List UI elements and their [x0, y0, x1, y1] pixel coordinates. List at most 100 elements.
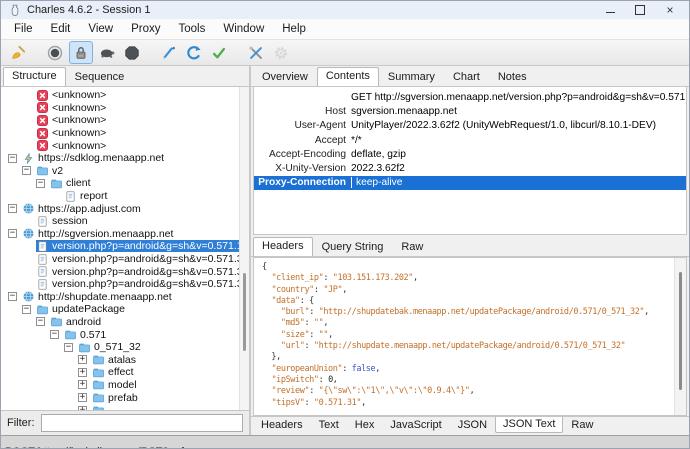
expander-minus-icon[interactable]: − — [22, 166, 31, 175]
expander-minus-icon[interactable]: − — [8, 229, 17, 238]
request-tab-query-string[interactable]: Query String — [313, 238, 393, 256]
maximize-button[interactable] — [625, 1, 655, 19]
menu-proxy[interactable]: Proxy — [122, 21, 169, 37]
response-scrollbar-thumb[interactable] — [679, 272, 682, 390]
tree-item-session[interactable]: session — [1, 215, 249, 228]
tree-item-http-sgversion-menaapp-net[interactable]: −http://sgversion.menaapp.net — [1, 228, 249, 241]
tree-item-label: version.php?p=android&g=sh&v=0.571.32 — [52, 266, 248, 278]
expander-minus-icon[interactable]: − — [36, 317, 45, 326]
repeat-button[interactable] — [183, 42, 205, 63]
menu-view[interactable]: View — [79, 21, 122, 37]
close-button[interactable]: × — [655, 1, 685, 19]
response-tab-javascript[interactable]: JavaScript — [382, 417, 449, 433]
header-value: keep-alive — [352, 177, 686, 188]
response-tab-json-text[interactable]: JSON Text — [495, 417, 563, 433]
expander-minus-icon[interactable]: − — [22, 305, 31, 314]
expander-minus-icon[interactable]: − — [8, 154, 17, 163]
menu-help[interactable]: Help — [273, 21, 315, 37]
menu-tools[interactable]: Tools — [169, 21, 214, 37]
header-row-user-agent[interactable]: User-AgentUnityPlayer/2022.3.62f2 (Unity… — [254, 119, 686, 133]
tree-item-version-php-p-android-g-sh-v-0-571-32[interactable]: version.php?p=android&g=sh&v=0.571.32 — [1, 265, 249, 278]
validate-button[interactable] — [208, 42, 230, 63]
response-tab-text[interactable]: Text — [311, 417, 347, 433]
tree-item-version-php-p-android-g-sh-v-0-571-1[interactable]: version.php?p=android&g=sh&v=0.571.1 — [1, 240, 249, 253]
tree-item-unknown[interactable]: <unknown> — [1, 114, 249, 127]
tree-item-unknown[interactable]: <unknown> — [1, 89, 249, 102]
header-value: 2022.3.62f2 — [351, 163, 686, 174]
response-tab-hex[interactable]: Hex — [347, 417, 383, 433]
tree-item-effect[interactable]: +effect — [1, 366, 249, 379]
tree-item-partial[interactable]: + — [1, 404, 249, 410]
record-icon — [47, 45, 63, 61]
request-line-row[interactable]: GET http://sgversion.menaapp.net/version… — [254, 90, 686, 104]
minimize-button[interactable] — [595, 1, 625, 19]
header-row-proxy-connection[interactable]: Proxy-Connectionkeep-alive — [254, 176, 686, 190]
response-scrollbar[interactable] — [674, 258, 686, 415]
tab-overview[interactable]: Overview — [253, 68, 317, 86]
response-tab-raw[interactable]: Raw — [563, 417, 601, 433]
tree-item-label: 0_571_32 — [94, 341, 141, 353]
tree-item-unknown[interactable]: <unknown> — [1, 139, 249, 152]
expander-minus-icon[interactable]: − — [64, 343, 73, 352]
tab-summary[interactable]: Summary — [379, 68, 444, 86]
tree-item-model[interactable]: +model — [1, 379, 249, 392]
tab-chart[interactable]: Chart — [444, 68, 489, 86]
tab-notes[interactable]: Notes — [489, 68, 536, 86]
settings-button — [270, 42, 292, 63]
tools-button[interactable] — [245, 42, 267, 63]
tree-item-prefab[interactable]: +prefab — [1, 391, 249, 404]
tree-item-https-sdklog-menaapp-net[interactable]: −https://sdklog.menaapp.net — [1, 152, 249, 165]
expander-plus-icon[interactable]: + — [78, 368, 87, 377]
tree-item-client[interactable]: −client — [1, 177, 249, 190]
tab-sequence[interactable]: Sequence — [66, 68, 134, 86]
tree-item-v2[interactable]: −v2 — [1, 165, 249, 178]
ssl-proxying-button[interactable] — [69, 41, 93, 64]
filter-input[interactable] — [41, 414, 244, 432]
tree-item-updatepackage[interactable]: −updatePackage — [1, 303, 249, 316]
clear-session-button[interactable] — [7, 42, 29, 63]
tree-item-android[interactable]: −android — [1, 316, 249, 329]
tree-item-unknown[interactable]: <unknown> — [1, 127, 249, 140]
tab-structure[interactable]: Structure — [3, 67, 66, 86]
response-tab-json[interactable]: JSON — [450, 417, 495, 433]
throttling-button[interactable] — [96, 42, 118, 63]
header-row-x-unity-version[interactable]: X-Unity-Version2022.3.62f2 — [254, 161, 686, 175]
tree-rows: <unknown><unknown><unknown><unknown><unk… — [1, 89, 249, 410]
expander-plus-icon[interactable]: + — [78, 393, 87, 402]
menu-file[interactable]: File — [5, 21, 42, 37]
expander-minus-icon[interactable]: − — [36, 179, 45, 188]
tree-item-report[interactable]: report — [1, 190, 249, 203]
menu-edit[interactable]: Edit — [42, 21, 80, 37]
tree-item-0-571[interactable]: −0.571 — [1, 328, 249, 341]
request-tab-raw[interactable]: Raw — [392, 238, 432, 256]
tree-item-version-php-p-android-g-sh-v-0-571-32[interactable]: version.php?p=android&g=sh&v=0.571.32 — [1, 253, 249, 266]
menu-window[interactable]: Window — [214, 21, 273, 37]
expander-plus-icon[interactable]: + — [78, 380, 87, 389]
breakpoints-button[interactable] — [121, 42, 143, 63]
tree-scrollbar-thumb[interactable] — [243, 273, 246, 351]
record-button[interactable] — [44, 42, 66, 63]
folder-icon — [37, 304, 52, 315]
response-tab-headers[interactable]: Headers — [253, 417, 311, 433]
header-value: sgversion.menaapp.net — [351, 106, 686, 117]
tree-item-label: <unknown> — [52, 102, 106, 114]
expander-minus-icon[interactable]: − — [8, 204, 17, 213]
expander-minus-icon[interactable]: − — [8, 292, 17, 301]
tree-item-unknown[interactable]: <unknown> — [1, 102, 249, 115]
json-line: "burl": "http://shupdatebak.menaapp.net/… — [262, 307, 672, 318]
tree-item-http-shupdate-menaapp-net[interactable]: −http://shupdate.menaapp.net — [1, 291, 249, 304]
header-row-accept-encoding[interactable]: Accept-Encodingdeflate, gzip — [254, 147, 686, 161]
tab-contents[interactable]: Contents — [317, 67, 379, 86]
tree-item-0-571-32[interactable]: − 0_571_32 — [1, 341, 249, 354]
tree-item-version-php-p-android-g-sh-v-0-571-32[interactable]: version.php?p=android&g=sh&v=0.571.32 — [1, 278, 249, 291]
request-tab-headers[interactable]: Headers — [253, 237, 313, 256]
expander-plus-icon[interactable]: + — [78, 406, 87, 410]
compose-button[interactable] — [158, 42, 180, 63]
expander-plus-icon[interactable]: + — [78, 355, 87, 364]
tree-item-https-app-adjust-com[interactable]: −https://app.adjust.com — [1, 202, 249, 215]
expander-minus-icon[interactable]: − — [50, 330, 59, 339]
header-row-host[interactable]: Hostsgversion.menaapp.net — [254, 104, 686, 118]
tree-scrollbar[interactable] — [239, 87, 249, 410]
tree-item-atalas[interactable]: +atalas — [1, 353, 249, 366]
header-row-accept[interactable]: Accept*/* — [254, 133, 686, 147]
